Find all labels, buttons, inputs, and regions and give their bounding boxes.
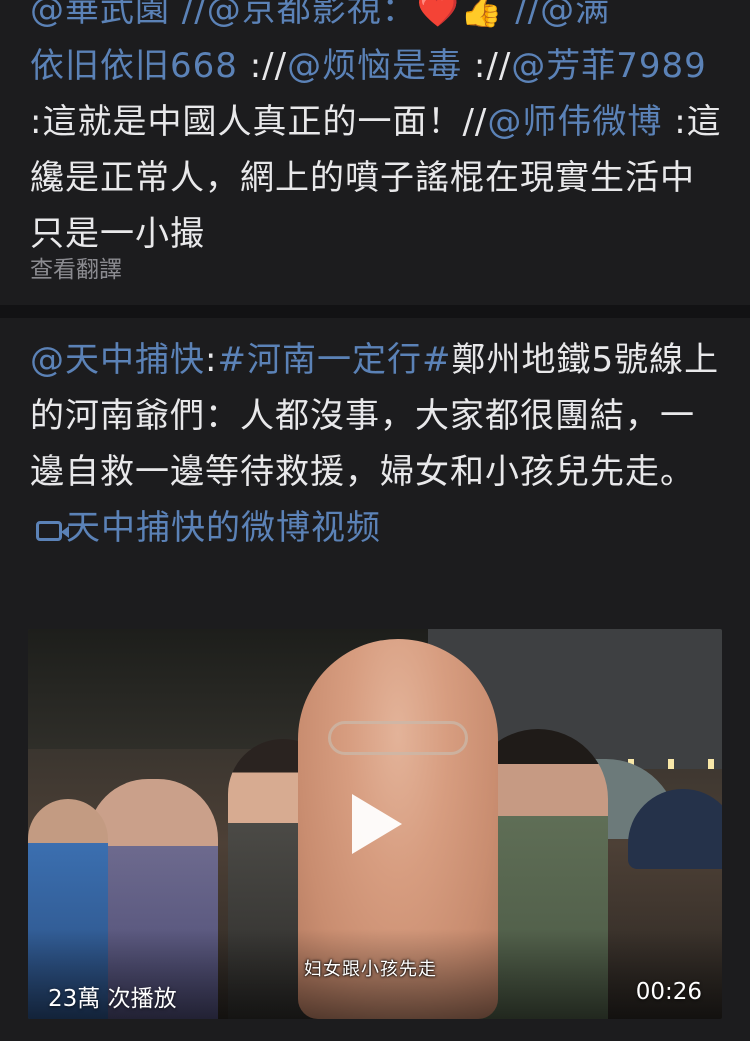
mention-4[interactable]: @师伟微博: [487, 102, 662, 142]
video-link[interactable]: 天中捕快的微博视频: [30, 508, 381, 548]
separator: ://: [473, 46, 512, 86]
repost-text-1: :這就是中國人真正的一面！//: [30, 102, 488, 142]
repost-card: @華武園 //@京都影視：❤️👍 //@满 依旧依旧668 ://@烦恼是毒 :…: [0, 0, 750, 305]
hashtag[interactable]: #河南一定行#: [217, 340, 451, 380]
play-button-icon[interactable]: [352, 794, 402, 854]
video-link-label: 天中捕快的微博视频: [66, 508, 381, 548]
video-duration: 00:26: [635, 979, 702, 1005]
play-count: 23萬 次播放: [48, 986, 177, 1012]
mention-3[interactable]: @芳菲7989: [511, 46, 707, 86]
partial-mention-line[interactable]: @華武園 //@京都影視：❤️👍 //@满: [30, 0, 610, 30]
colon: :: [205, 340, 218, 380]
video-player[interactable]: 妇女跟小孩先走 23萬 次播放 00:26: [28, 629, 722, 1019]
video-camera-icon: [36, 521, 69, 541]
video-subtitle: 妇女跟小孩先走: [304, 959, 437, 980]
mention-2[interactable]: @烦恼是毒: [287, 46, 462, 86]
glasses: [328, 721, 468, 755]
repost-text: @華武園 //@京都影視：❤️👍 //@满 依旧依旧668 ://@烦恼是毒 :…: [30, 0, 722, 262]
mention-1[interactable]: 依旧依旧668: [30, 46, 238, 86]
post-text: @天中捕快:#河南一定行#鄭州地鐵5號線上的河南爺們：人都沒事，大家都很團結，一…: [30, 332, 722, 556]
author-mention[interactable]: @天中捕快: [30, 340, 205, 380]
separator: ://: [249, 46, 288, 86]
translate-link[interactable]: 查看翻譯: [30, 250, 122, 284]
